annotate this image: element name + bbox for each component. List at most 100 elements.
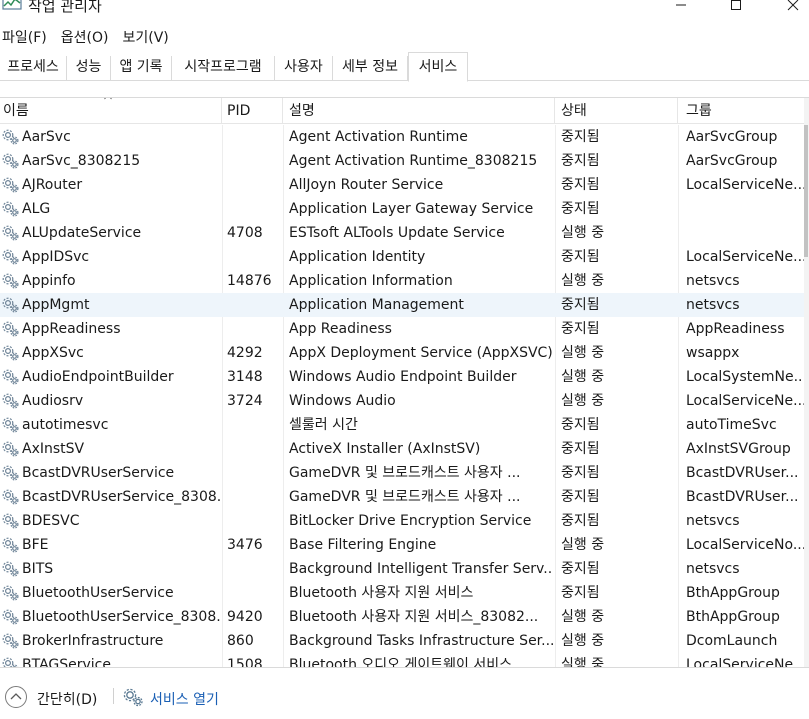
service-pid [227, 245, 283, 269]
table-row[interactable]: BrokerInfrastructure 860 Background Tasks … [0, 629, 804, 653]
service-name: ALG [22, 201, 51, 217]
fewer-details-button[interactable]: 간단히(D) [37, 689, 97, 709]
column-header-name[interactable]: 이름 [0, 98, 222, 124]
service-pid [227, 461, 283, 485]
service-description: GameDVR 및 브로드캐스트 사용자 ... [289, 465, 521, 481]
tab-users[interactable]: 사용자 [275, 56, 333, 81]
table-row[interactable]: AarSvc Agent Activation Runtime 중지됨 AarSvcG… [0, 125, 804, 149]
table-row[interactable]: BcastDVRUserService_8308... GameDVR 및 브로드… [0, 485, 804, 509]
service-pid [227, 581, 283, 605]
column-header-description[interactable]: 설명 [284, 98, 555, 124]
service-group [686, 221, 804, 245]
table-row[interactable]: BFE 3476 Base Filtering Engine 실행 중 LocalSer… [0, 533, 804, 557]
column-header-pid[interactable]: PID [223, 98, 283, 124]
service-status: 중지됨 [561, 201, 600, 217]
service-description: Base Filtering Engine [289, 537, 437, 553]
menu-view[interactable]: 보기(V) [120, 27, 176, 47]
table-row[interactable]: Audiosrv 3724 Windows Audio 실행 중 LocalServic… [0, 389, 804, 413]
service-group: netsvcs [686, 273, 740, 289]
menu-options[interactable]: 옵션(O) [59, 27, 117, 47]
column-header-status[interactable]: 상태 [556, 98, 678, 124]
menu-bar: 파일(F) 옵션(O) 보기(V) [0, 24, 809, 50]
service-description: AppX Deployment Service (AppXSVC) [289, 345, 553, 361]
service-group: netsvcs [686, 513, 740, 529]
tab-app-history[interactable]: 앱 기록 [111, 56, 172, 81]
service-description: Application Information [289, 273, 453, 289]
window-title: 작업 관리자 [28, 0, 102, 15]
service-group: netsvcs [686, 561, 740, 577]
service-group: LocalServiceNo... [686, 537, 804, 553]
table-row[interactable]: ALG Application Layer Gateway Service 중지됨 [0, 197, 804, 221]
table-row[interactable]: AJRouter AllJoyn Router Service 중지됨 LocalSe… [0, 173, 804, 197]
service-status: 중지됨 [561, 513, 600, 529]
tab-startup[interactable]: 시작프로그램 [172, 56, 275, 81]
table-row[interactable]: BluetoothUserService_8308... 9420 Bluetoot… [0, 605, 804, 629]
table-row[interactable]: BTAGService 1508 Bluetooth 오디오 게이트웨이 서비스 실행… [0, 653, 804, 667]
service-group: LocalServiceNe... [686, 393, 804, 409]
tab-processes[interactable]: 프로세스 [0, 56, 67, 81]
service-description: Bluetooth 오디오 게이트웨이 서비스 [289, 657, 512, 667]
service-name: BDESVC [22, 513, 80, 529]
service-group: BthAppGroup [686, 609, 780, 625]
title-bar: 작업 관리자 [0, 0, 809, 22]
service-pid [227, 149, 283, 173]
tab-performance[interactable]: 성능 [67, 56, 111, 81]
service-name: ALUpdateService [22, 225, 142, 241]
service-name: AJRouter [22, 177, 83, 193]
service-pid: 3724 [227, 393, 263, 409]
service-pid [227, 437, 283, 461]
scrollbar-thumb[interactable] [804, 125, 808, 257]
tab-services[interactable]: 서비스 [408, 52, 468, 82]
service-group: LocalSystemNe... [686, 369, 804, 385]
service-name: Audiosrv [22, 393, 84, 409]
close-button[interactable] [770, 0, 809, 16]
service-status: 중지됨 [561, 585, 600, 601]
service-status: 실행 중 [561, 633, 605, 649]
service-pid [227, 293, 283, 317]
service-description: BitLocker Drive Encryption Service [289, 513, 532, 529]
table-row[interactable]: AppIDSvc Application Identity 중지됨 LocalServ… [0, 245, 804, 269]
table-row[interactable]: Appinfo 14876 Application Information 실행 중 n… [0, 269, 804, 293]
service-name: BluetoothUserService_8308... [22, 609, 220, 625]
column-header-group[interactable]: 그룹 [679, 98, 804, 124]
table-row[interactable]: BcastDVRUserService GameDVR 및 브로드캐스트 사용자 … [0, 461, 804, 485]
chevron-up-circle-icon[interactable] [4, 685, 28, 709]
table-row[interactable]: ALUpdateService 4708 ESTsoft ALTools Updat… [0, 221, 804, 245]
service-group: DcomLaunch [686, 633, 778, 649]
table-row[interactable]: BDESVC BitLocker Drive Encryption Service… [0, 509, 804, 533]
service-name: AudioEndpointBuilder [22, 369, 174, 385]
service-status: 실행 중 [561, 225, 605, 241]
service-name: AxInstSV [22, 441, 85, 457]
table-row[interactable]: AxInstSV ActiveX Installer (AxInstSV) 중지됨 A… [0, 437, 804, 461]
service-description: Application Layer Gateway Service [289, 201, 534, 217]
service-name: BFE [22, 537, 49, 553]
table-row[interactable]: AarSvc_8308215 Agent Activation Runtime_8… [0, 149, 804, 173]
service-group: AarSvcGroup [686, 129, 778, 145]
service-status: 중지됨 [561, 297, 600, 313]
service-description: Background Intelligent Transfer Serv... [289, 561, 553, 577]
service-description: Bluetooth 사용자 지원 서비스_83082... [289, 609, 539, 625]
service-status: 중지됨 [561, 249, 600, 265]
table-row[interactable]: AudioEndpointBuilder 3148 Windows Audio En… [0, 365, 804, 389]
service-pid [227, 413, 283, 437]
table-header: 이름 PID 설명 상태 그룹 [0, 98, 809, 124]
table-row[interactable]: BluetoothUserService Bluetooth 사용자 지원 서비스… [0, 581, 804, 605]
service-name: autotimesvc [22, 417, 109, 433]
table-row[interactable]: AppMgmt Application Management 중지됨 netsvcs [0, 293, 804, 317]
menu-file[interactable]: 파일(F) [0, 27, 55, 47]
minimize-button[interactable] [658, 0, 704, 16]
service-status: 중지됨 [561, 153, 600, 169]
open-services-link[interactable]: 서비스 열기 [150, 689, 219, 709]
table-row[interactable]: BITS Background Intelligent Transfer Serv… [0, 557, 804, 581]
table-row[interactable]: AppXSvc 4292 AppX Deployment Service (AppX… [0, 341, 804, 365]
service-status: 실행 중 [561, 657, 605, 667]
service-name: AarSvc [22, 129, 71, 145]
service-description: AllJoyn Router Service [289, 177, 444, 193]
tab-details[interactable]: 세부 정보 [333, 56, 408, 81]
service-description: ESTsoft ALTools Update Service [289, 225, 505, 241]
maximize-button[interactable] [713, 0, 759, 16]
service-status: 중지됨 [561, 489, 600, 505]
task-manager-icon [2, 0, 22, 10]
table-row[interactable]: AppReadiness App Readiness 중지됨 AppReadiness [0, 317, 804, 341]
table-row[interactable]: autotimesvc 셀룰러 시간 중지됨 autoTimeSvc [0, 413, 804, 437]
